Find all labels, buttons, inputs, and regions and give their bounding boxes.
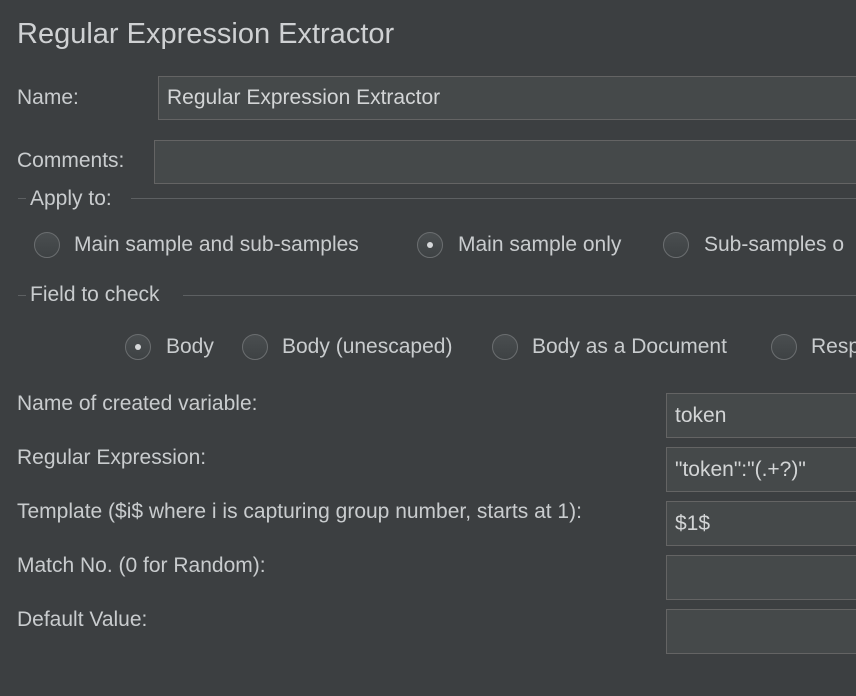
field-to-check-legend: Field to check [30,283,160,306]
regex-field[interactable] [666,447,856,492]
default-value-field[interactable] [666,609,856,654]
comments-label: Comments: [17,149,125,172]
field-body-label[interactable]: Body [166,335,214,359]
variable-name-field[interactable] [666,393,856,438]
template-label: Template ($i$ where i is capturing group… [17,500,582,523]
field-to-check-border-left [18,295,26,296]
variable-name-label: Name of created variable: [17,392,258,415]
field-to-check-border-right [183,295,856,296]
field-body-document-radio[interactable] [492,334,518,360]
name-field[interactable] [158,76,856,120]
field-response-headers-radio[interactable] [771,334,797,360]
default-value-label: Default Value: [17,608,148,631]
name-label: Name: [17,86,79,109]
apply-main-and-sub-label[interactable]: Main sample and sub-samples [74,233,359,257]
apply-to-border-right [131,198,856,199]
field-body-radio[interactable] [125,334,151,360]
apply-main-only-label[interactable]: Main sample only [458,233,621,257]
field-body-unescaped-radio[interactable] [242,334,268,360]
apply-sub-only-radio[interactable] [663,232,689,258]
apply-to-border-left [18,198,26,199]
comments-field[interactable] [154,140,856,184]
apply-main-and-sub-radio[interactable] [34,232,60,258]
apply-main-only-radio[interactable] [417,232,443,258]
match-no-field[interactable] [666,555,856,600]
template-field[interactable] [666,501,856,546]
match-no-label: Match No. (0 for Random): [17,554,266,577]
field-body-document-label[interactable]: Body as a Document [532,335,727,359]
apply-sub-only-label[interactable]: Sub-samples o [704,233,844,257]
field-response-headers-label[interactable]: Resp [811,335,856,359]
regex-label: Regular Expression: [17,446,207,469]
panel-title: Regular Expression Extractor [17,18,395,50]
apply-to-legend: Apply to: [30,187,112,210]
field-body-unescaped-label[interactable]: Body (unescaped) [282,335,452,359]
